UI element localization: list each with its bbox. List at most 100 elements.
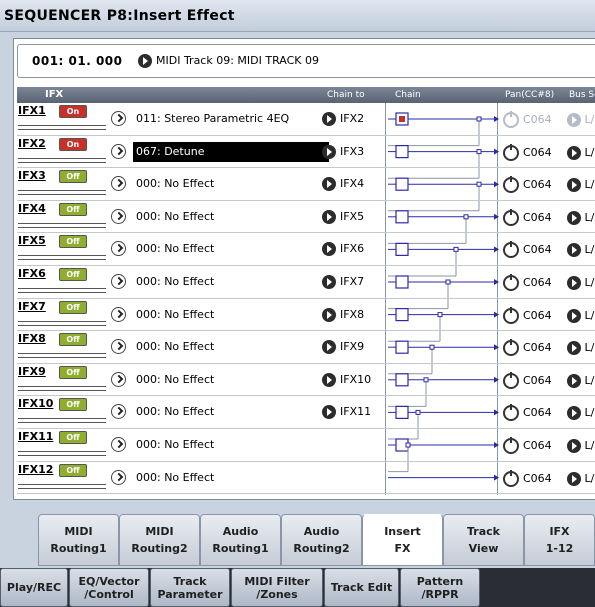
chain-to-select-icon[interactable] (322, 177, 336, 192)
effect-name[interactable]: 000: No Effect (133, 239, 329, 259)
pan-knob-icon[interactable] (503, 208, 519, 226)
ifx-on-off-button[interactable]: Off (59, 235, 87, 249)
chain-to-select-icon[interactable] (322, 112, 336, 126)
chain-to-value[interactable]: IFX11 (340, 402, 371, 422)
pan-control[interactable]: C064 (503, 437, 552, 455)
effect-select-icon[interactable] (111, 469, 126, 485)
bus-select-icon[interactable] (567, 145, 581, 160)
effect-name[interactable]: 067: Detune (133, 141, 329, 162)
bus-select[interactable]: L/ (567, 112, 594, 128)
bus-select[interactable]: L/ (567, 340, 594, 356)
pan-control[interactable]: C064 (503, 241, 552, 259)
pan-knob-icon[interactable] (503, 143, 519, 161)
effect-select-icon[interactable] (111, 404, 126, 420)
bus-select[interactable]: L/ (567, 177, 594, 193)
bottom-page-button[interactable]: Track Parameter (150, 568, 230, 607)
pan-control[interactable]: C064 (503, 274, 552, 292)
effect-name[interactable]: 000: No Effect (133, 337, 329, 357)
chain-to-select-icon[interactable] (322, 209, 336, 224)
page-tab[interactable]: IFX 1-12 (524, 514, 595, 566)
ifx-on-off-button[interactable]: Off (59, 202, 87, 216)
effect-select-icon[interactable] (111, 371, 126, 387)
pan-knob-icon[interactable] (503, 371, 519, 389)
ifx-on-off-button[interactable]: On (59, 137, 87, 151)
chain-to-value[interactable]: IFX2 (340, 109, 364, 129)
chain-to-value[interactable]: IFX4 (340, 174, 364, 194)
page-tab[interactable]: Insert FX (362, 514, 443, 566)
ifx-on-off-button[interactable]: On (59, 105, 87, 118)
ifx-on-off-button[interactable]: Off (59, 333, 87, 347)
effect-select-icon[interactable] (111, 208, 126, 224)
bus-select-icon[interactable] (567, 471, 581, 486)
pan-knob-icon[interactable] (503, 176, 519, 194)
bus-select-icon[interactable] (567, 373, 581, 388)
pan-knob-icon[interactable] (503, 274, 519, 291)
pan-control[interactable]: C064 (503, 469, 552, 488)
ifx-on-off-button[interactable]: Off (59, 170, 87, 184)
chain-to-select-icon[interactable] (322, 307, 336, 322)
bus-select-icon[interactable] (567, 243, 581, 258)
current-track[interactable]: MIDI Track 09: MIDI TRACK 09 (156, 45, 319, 77)
effect-select-icon[interactable] (111, 241, 126, 257)
pan-knob-icon[interactable] (503, 306, 519, 324)
bus-select-icon[interactable] (567, 178, 581, 193)
chain-to-value[interactable]: IFX5 (340, 207, 364, 227)
bus-select[interactable]: L/ (567, 145, 594, 161)
pan-control[interactable]: C064 (503, 306, 552, 325)
pan-knob-icon[interactable] (503, 404, 519, 422)
bottom-page-button[interactable]: EQ/Vector /Control (69, 568, 149, 607)
chain-to-value[interactable]: IFX10 (340, 370, 371, 390)
bus-select-icon[interactable] (567, 113, 581, 127)
bus-select[interactable]: L/ (567, 308, 594, 324)
ifx-on-off-button[interactable]: Off (59, 268, 87, 281)
bus-select-icon[interactable] (567, 308, 581, 323)
bus-select[interactable]: L/ (567, 471, 594, 487)
pan-knob-icon[interactable] (503, 111, 519, 128)
pan-control[interactable]: C064 (503, 208, 552, 227)
effect-name[interactable]: 000: No Effect (133, 207, 329, 227)
chain-to-value[interactable]: IFX8 (340, 305, 364, 325)
pan-control[interactable]: C064 (503, 339, 552, 357)
effect-name[interactable]: 011: Stereo Parametric 4EQ (133, 109, 329, 129)
page-tab[interactable]: MIDI Routing2 (119, 514, 200, 566)
bus-select[interactable]: L/ (567, 438, 594, 454)
chain-to-select-icon[interactable] (322, 144, 336, 159)
track-select-icon[interactable] (138, 54, 152, 68)
bottom-page-button[interactable]: MIDI Filter /Zones (231, 568, 323, 607)
bus-select[interactable]: L/ (567, 242, 594, 258)
page-tab[interactable]: MIDI Routing1 (38, 514, 119, 566)
bus-select[interactable]: L/ (567, 275, 594, 291)
pan-control[interactable]: C064 (503, 404, 552, 422)
bus-select-icon[interactable] (567, 210, 581, 225)
chain-to-select-icon[interactable] (322, 372, 336, 387)
ifx-on-off-button[interactable]: Off (59, 398, 87, 412)
effect-select-icon[interactable] (111, 274, 126, 289)
chain-to-value[interactable]: IFX6 (340, 239, 364, 259)
pan-knob-icon[interactable] (503, 469, 519, 487)
chain-to-value[interactable]: IFX9 (340, 337, 364, 357)
ifx-on-off-button[interactable]: Off (59, 463, 87, 477)
pan-knob-icon[interactable] (503, 437, 519, 454)
bus-select[interactable]: L/ (567, 210, 594, 226)
effect-name[interactable]: 000: No Effect (133, 435, 329, 455)
pan-control[interactable]: C064 (503, 371, 552, 390)
pan-knob-icon[interactable] (503, 241, 519, 259)
chain-to-select-icon[interactable] (322, 340, 336, 355)
effect-select-icon[interactable] (111, 437, 126, 452)
effect-select-icon[interactable] (111, 111, 126, 126)
effect-select-icon[interactable] (111, 143, 126, 159)
ifx-on-off-button[interactable]: Off (59, 300, 87, 314)
effect-name[interactable]: 000: No Effect (133, 468, 329, 488)
bottom-page-button[interactable]: Play/REC (0, 568, 68, 607)
effect-select-icon[interactable] (111, 306, 126, 322)
effect-name[interactable]: 000: No Effect (133, 305, 329, 325)
chain-to-select-icon[interactable] (322, 242, 336, 257)
effect-select-icon[interactable] (111, 339, 126, 355)
pan-knob-icon[interactable] (503, 339, 519, 357)
effect-select-icon[interactable] (111, 176, 126, 192)
chain-to-select-icon[interactable] (322, 275, 336, 289)
pan-control[interactable]: C064 (503, 111, 552, 129)
bus-select[interactable]: L/ (567, 405, 594, 421)
pan-control[interactable]: C064 (503, 143, 552, 162)
bottom-page-button[interactable]: Track Edit (324, 568, 399, 607)
